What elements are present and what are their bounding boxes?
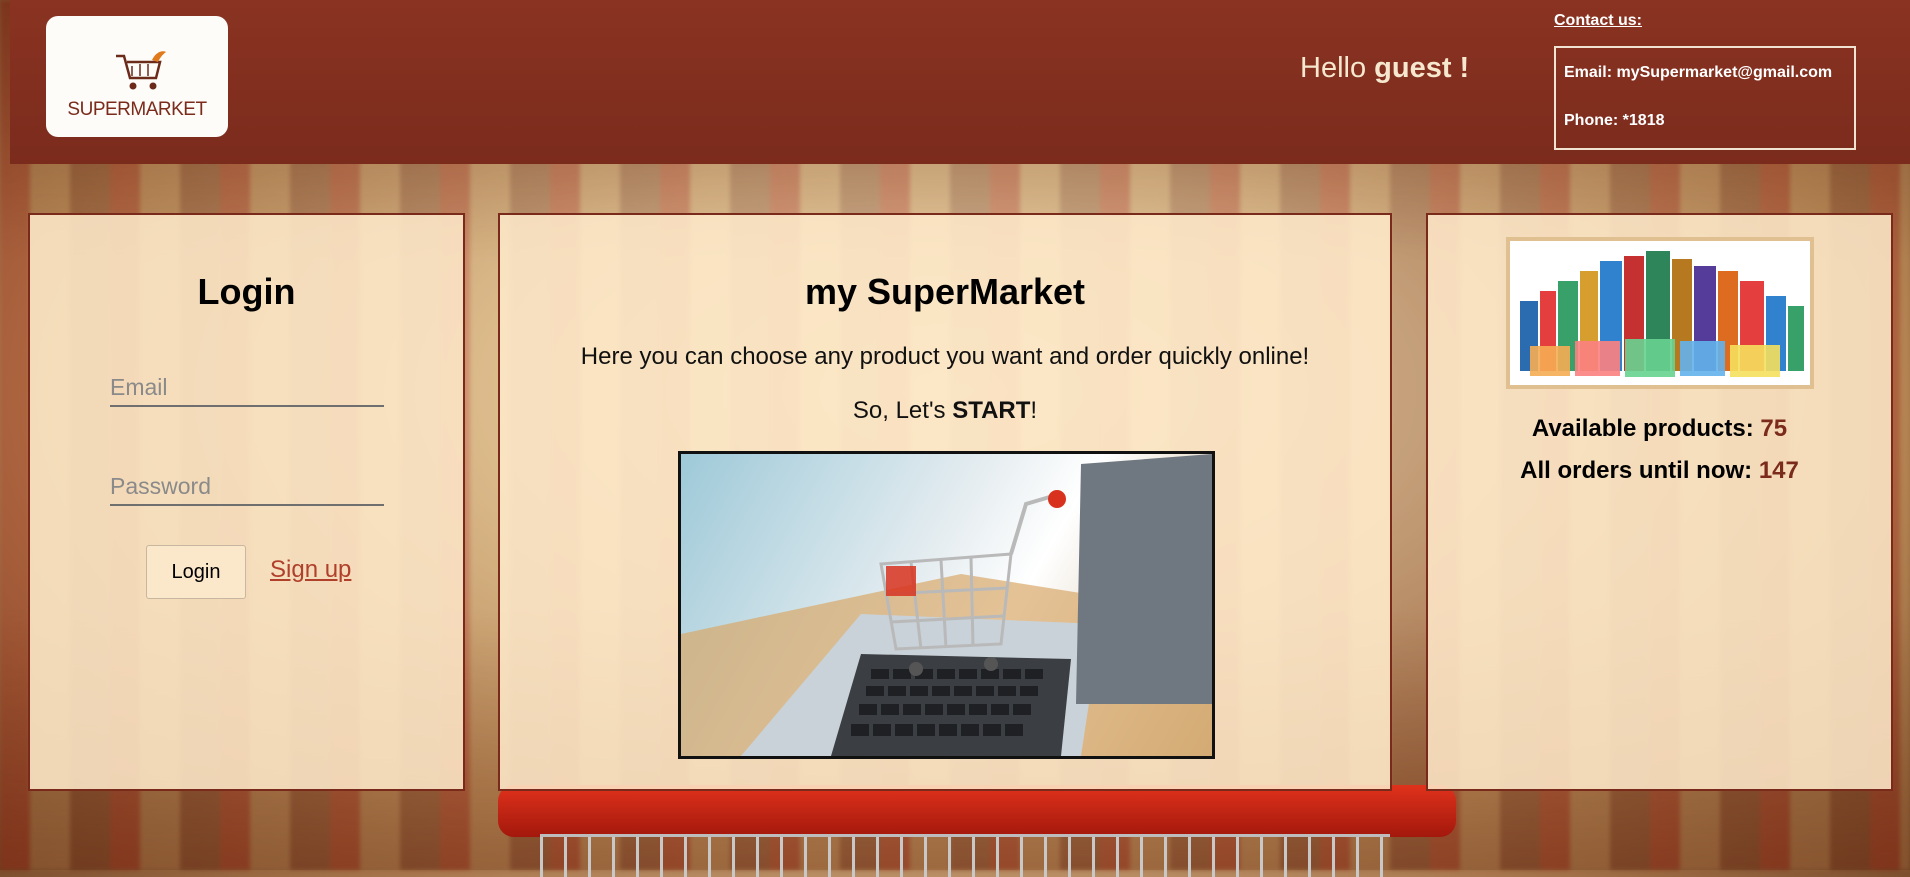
start-text: So, Let's START! xyxy=(500,397,1390,425)
logo[interactable]: SUPERMARKET xyxy=(46,16,228,137)
login-button[interactable]: Login xyxy=(146,545,246,599)
login-panel: Login Login Sign up xyxy=(28,213,465,791)
start-bold: START xyxy=(952,397,1031,424)
grocery-products-illustration xyxy=(1510,241,1810,385)
cart-logo-icon xyxy=(116,51,166,90)
start-suffix: ! xyxy=(1030,397,1038,424)
greeting: Hello guest ! xyxy=(1300,52,1469,85)
contact-email: Email: mySupermarket@gmail.com xyxy=(1564,64,1833,81)
available-products-label: Available products: xyxy=(1531,415,1761,442)
hero-image-cart-on-laptop xyxy=(678,451,1215,759)
contact-phone: Phone: *1818 xyxy=(1564,112,1665,129)
signup-link[interactable]: Sign up xyxy=(270,556,351,584)
products-image xyxy=(1506,237,1814,389)
all-orders-value: 147 xyxy=(1758,457,1799,484)
greeting-prefix: Hello xyxy=(1300,52,1367,84)
all-orders-stat: All orders until now: 147 xyxy=(1428,457,1891,485)
cart-laptop-illustration xyxy=(681,454,1212,756)
site-header: SUPERMARKET Hello guest ! Contact us: Em… xyxy=(10,0,1910,164)
welcome-panel: my SuperMarket Here you can choose any p… xyxy=(498,213,1392,791)
all-orders-label: All orders until now: xyxy=(1520,457,1759,484)
welcome-description: Here you can choose any product you want… xyxy=(580,343,1310,370)
available-products-value: 75 xyxy=(1760,415,1788,442)
background-cart-basket xyxy=(540,834,1390,877)
greeting-name: guest ! xyxy=(1374,52,1470,84)
stats-panel: Available products: 75 All orders until … xyxy=(1426,213,1893,791)
logo-text: SUPERMARKET xyxy=(67,99,207,120)
login-title: Login xyxy=(197,271,296,312)
password-input[interactable] xyxy=(110,468,384,506)
background-cart-handle xyxy=(498,785,1456,837)
page-title: my SuperMarket xyxy=(804,271,1086,312)
available-products-stat: Available products: 75 xyxy=(1428,415,1891,443)
contact-label: Contact us: xyxy=(1554,12,1642,29)
email-input[interactable] xyxy=(110,369,384,407)
start-prefix: So, Let's xyxy=(852,397,953,424)
contact-box: Email: mySupermarket@gmail.com Phone: *1… xyxy=(1554,46,1856,150)
